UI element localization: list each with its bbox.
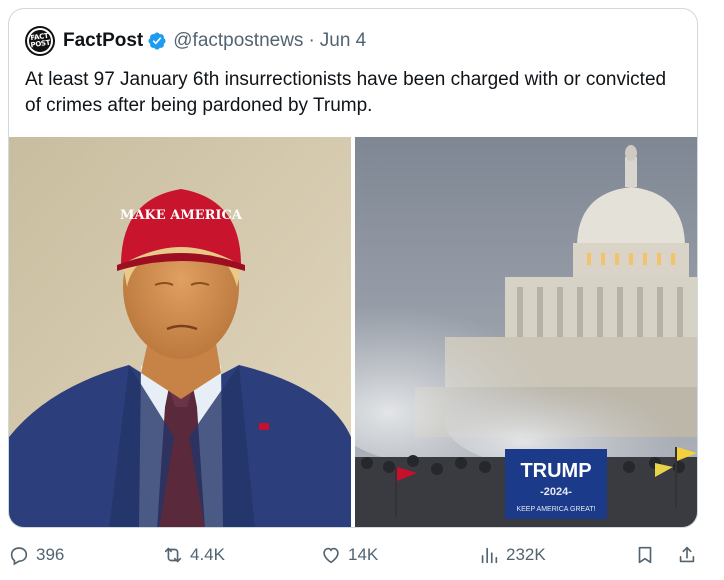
share-icon — [679, 546, 695, 563]
tweet-date[interactable]: Jun 4 — [320, 30, 366, 52]
hat-text: MAKE AMERICA — [120, 208, 243, 223]
bookmark-button[interactable] — [634, 540, 662, 570]
tweet-header: FACT POST FactPost @factpostnews · Jun 4 — [25, 26, 366, 56]
banner-slogan: KEEP AMERICA GREAT! — [516, 506, 595, 513]
banner-year: -2024- — [540, 486, 572, 498]
reply-icon — [10, 547, 28, 566]
tweet-text: At least 97 January 6th insurrectionists… — [25, 69, 667, 116]
like-button[interactable]: 14K — [320, 540, 378, 570]
views-count: 232K — [506, 545, 546, 564]
author-handle[interactable]: @factpostnews — [173, 30, 303, 52]
like-count: 14K — [348, 545, 379, 564]
avatar[interactable]: FACT POST — [25, 26, 55, 56]
banner-title: TRUMP — [520, 460, 591, 482]
heart-icon — [323, 547, 339, 564]
tweet-card[interactable]: FACT POST FactPost @factpostnews · Jun 4… — [8, 8, 698, 528]
reply-button[interactable]: 396 — [8, 540, 64, 570]
views-icon — [481, 547, 498, 564]
repost-icon — [164, 547, 182, 563]
reply-count: 396 — [36, 545, 65, 564]
photo-capitol-crowd[interactable]: TRUMP -2024- KEEP AMERICA GREAT! — [355, 137, 697, 527]
photo-man-red-hat[interactable]: MAKE AMERICA — [9, 137, 351, 527]
verified-badge-icon — [148, 32, 166, 50]
repost-button[interactable]: 4.4K — [162, 540, 225, 570]
avatar-logo: FACT POST — [25, 26, 55, 56]
bookmark-icon — [638, 546, 652, 564]
photo-capitol-crowd-illustration: TRUMP -2024- KEEP AMERICA GREAT! — [355, 137, 697, 527]
photo-man-red-hat-illustration: MAKE AMERICA — [9, 137, 351, 527]
tweet-actions: 396 4.4K 14K 232K — [0, 540, 724, 570]
avatar-text-bottom: POST — [30, 38, 51, 50]
views-button[interactable]: 232K — [478, 540, 546, 570]
share-button[interactable] — [676, 540, 704, 570]
repost-count: 4.4K — [190, 545, 225, 564]
separator-dot: · — [308, 30, 315, 51]
tweet-media[interactable]: MAKE AMERICA TRUMP -2024- KEEP AMERICA G… — [9, 137, 697, 527]
author-name[interactable]: FactPost — [63, 30, 143, 52]
